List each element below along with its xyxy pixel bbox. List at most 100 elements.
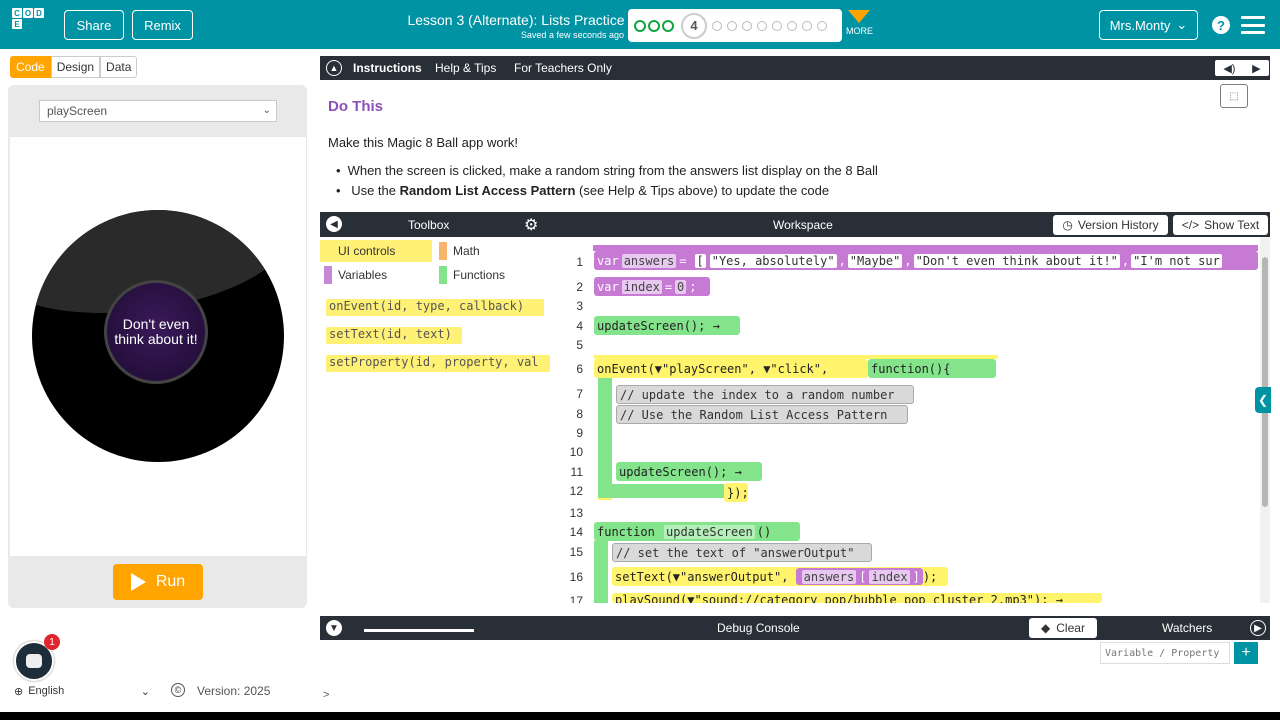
tab-data[interactable]: Data [100, 56, 138, 78]
progress-bubble[interactable] [772, 20, 782, 31]
speed-slider[interactable] [364, 622, 474, 634]
line-number: 2 [576, 280, 583, 294]
text-to-speech-controls[interactable]: ◀) ▶ [1215, 60, 1269, 76]
watch-variable-input[interactable] [1100, 642, 1230, 664]
code-block-settext[interactable]: setText( ▼ "answerOutput", answers[index]… [612, 567, 948, 586]
code-block-var-index[interactable]: var index = 0; [594, 277, 710, 296]
progress-bubble-current[interactable]: 4 [681, 12, 707, 39]
variable-name[interactable]: index [869, 569, 910, 584]
workspace-title: Workspace [773, 218, 833, 232]
copyright-icon[interactable]: © [171, 683, 185, 697]
progress-bubble[interactable] [727, 20, 737, 31]
code-block-var-answers[interactable]: var answers = ["Yes, absolutely", "Maybe"… [594, 251, 1258, 270]
function-name[interactable]: updateScreen [664, 524, 755, 539]
palette-block-settext[interactable]: setText(id, text) [326, 327, 462, 344]
help-icon[interactable]: ? [1212, 16, 1230, 34]
list-item-string[interactable]: "I'm not sur [1131, 253, 1222, 268]
collapse-toolbox-icon[interactable]: ◀ [326, 216, 342, 232]
more-button[interactable]: MORE [846, 10, 873, 36]
line-number: 1 [576, 255, 583, 269]
variable-name[interactable]: answers [801, 569, 857, 584]
comment-block[interactable]: // update the index to a random number [616, 385, 914, 404]
remix-button[interactable]: Remix [132, 10, 193, 40]
progress-bubble[interactable] [787, 20, 797, 31]
variable-name[interactable]: answers [621, 253, 677, 268]
progress-bubble[interactable] [757, 20, 767, 31]
list-item-string[interactable]: "Don't even think about it!" [913, 253, 1120, 268]
add-watcher-button[interactable]: + [1234, 642, 1258, 664]
comment-block[interactable]: // Use the Random List Access Pattern [616, 405, 908, 424]
keyword-var: var [597, 279, 619, 294]
hamburger-menu-icon[interactable] [1241, 16, 1265, 34]
variable-name[interactable]: index [621, 279, 662, 294]
category-functions[interactable]: Functions [435, 264, 547, 286]
line-number: 8 [576, 407, 583, 421]
palette-block-onevent[interactable]: onEvent(id, type, callback) [326, 299, 544, 316]
dropdown-icon[interactable]: ▼ [673, 570, 680, 584]
code-block-update-call[interactable]: updateScreen(); → [594, 316, 740, 335]
show-text-button[interactable]: </> Show Text [1173, 215, 1268, 235]
tab-code[interactable]: Code [10, 56, 51, 78]
code-block-function-def[interactable]: function updateScreen() [594, 522, 800, 541]
line-number: 14 [569, 525, 583, 539]
expand-panel-icon[interactable]: ❮ [1255, 387, 1271, 413]
version-history-button[interactable]: ◷ Version History [1053, 215, 1168, 235]
chevron-down-icon: ⌄ [1176, 17, 1188, 32]
number-value[interactable]: 0 [675, 279, 687, 294]
code-block-onevent[interactable]: onEvent( ▼ "playScreen", ▼ "click", [594, 359, 868, 378]
progress-bubble-2[interactable] [648, 19, 660, 32]
code-block-update-call[interactable]: updateScreen(); → [616, 462, 762, 481]
share-button[interactable]: Share [64, 10, 124, 40]
progress-bubble[interactable] [802, 20, 812, 31]
screen-select[interactable]: playScreen ⌄ [39, 100, 277, 122]
clear-button[interactable]: ◆ Clear [1029, 618, 1097, 638]
line-number: 10 [569, 445, 583, 459]
tab-help-tips[interactable]: Help & Tips [435, 61, 496, 75]
code-icon: </> [1181, 218, 1200, 232]
progress-bubble[interactable] [742, 20, 752, 31]
gear-icon[interactable]: ⚙ [524, 215, 538, 235]
category-variables[interactable]: Variables [320, 264, 432, 286]
list-access-block[interactable]: answers[index] [795, 568, 923, 585]
language-select[interactable]: ⊕ English ⌄ [14, 681, 156, 701]
element-id-value[interactable]: "answerOutput" [680, 570, 781, 584]
collapse-debug-icon[interactable]: ▼ [326, 620, 342, 636]
debug-console-output[interactable] [320, 640, 1100, 706]
speaker-icon[interactable]: ◀) [1223, 62, 1235, 75]
progress-bubble[interactable] [817, 20, 827, 31]
code-block-function-callback[interactable]: function(){ [868, 359, 996, 378]
watchers-title: Watchers [1162, 621, 1213, 635]
workspace-scrollbar[interactable] [1260, 237, 1270, 603]
user-menu[interactable]: Mrs.Monty ⌄ [1099, 10, 1198, 40]
category-ui-controls[interactable]: UI controls [320, 240, 432, 262]
resize-icon[interactable]: ⬚ [1220, 84, 1248, 108]
keyword-var: var [597, 253, 619, 268]
tab-design[interactable]: Design [50, 56, 101, 78]
collapse-up-icon[interactable]: ▲ [326, 60, 342, 76]
palette-block-setproperty[interactable]: setProperty(id, property, val [326, 355, 550, 372]
event-type-value[interactable]: "click" [770, 362, 821, 376]
tab-instructions[interactable]: Instructions [353, 61, 422, 75]
line-number: 7 [576, 387, 583, 401]
dropdown-icon[interactable]: ▼ [763, 362, 770, 376]
play-icon[interactable]: ▶ [1252, 62, 1260, 75]
category-math[interactable]: Math [435, 240, 547, 262]
eraser-icon: ◆ [1041, 621, 1051, 635]
code-block-playsound[interactable]: playSound(▼"sound://category_pop/bubble_… [612, 593, 1102, 603]
tab-teachers[interactable]: For Teachers Only [514, 61, 612, 75]
language-value: English [28, 685, 65, 697]
progress-bubble[interactable] [712, 20, 722, 31]
code-org-logo[interactable]: C O D E [12, 8, 44, 40]
line-number: 16 [569, 570, 583, 584]
list-item-string[interactable]: "Yes, absolutely" [709, 253, 837, 268]
event-id-value[interactable]: "playScreen" [662, 362, 749, 376]
comment-block[interactable]: // set the text of "answerOutput" [612, 543, 872, 562]
progress-bubble-3[interactable] [662, 19, 674, 32]
progress-bubble-1[interactable] [634, 19, 646, 32]
run-button[interactable]: Run [113, 564, 203, 600]
bullet-text: Use the [351, 183, 400, 198]
list-item-string[interactable]: "Maybe" [847, 253, 903, 268]
dropdown-icon[interactable]: ▼ [655, 362, 662, 376]
show-text-label: Show Text [1204, 218, 1260, 232]
chevron-right-icon[interactable]: ▶ [1250, 620, 1266, 636]
